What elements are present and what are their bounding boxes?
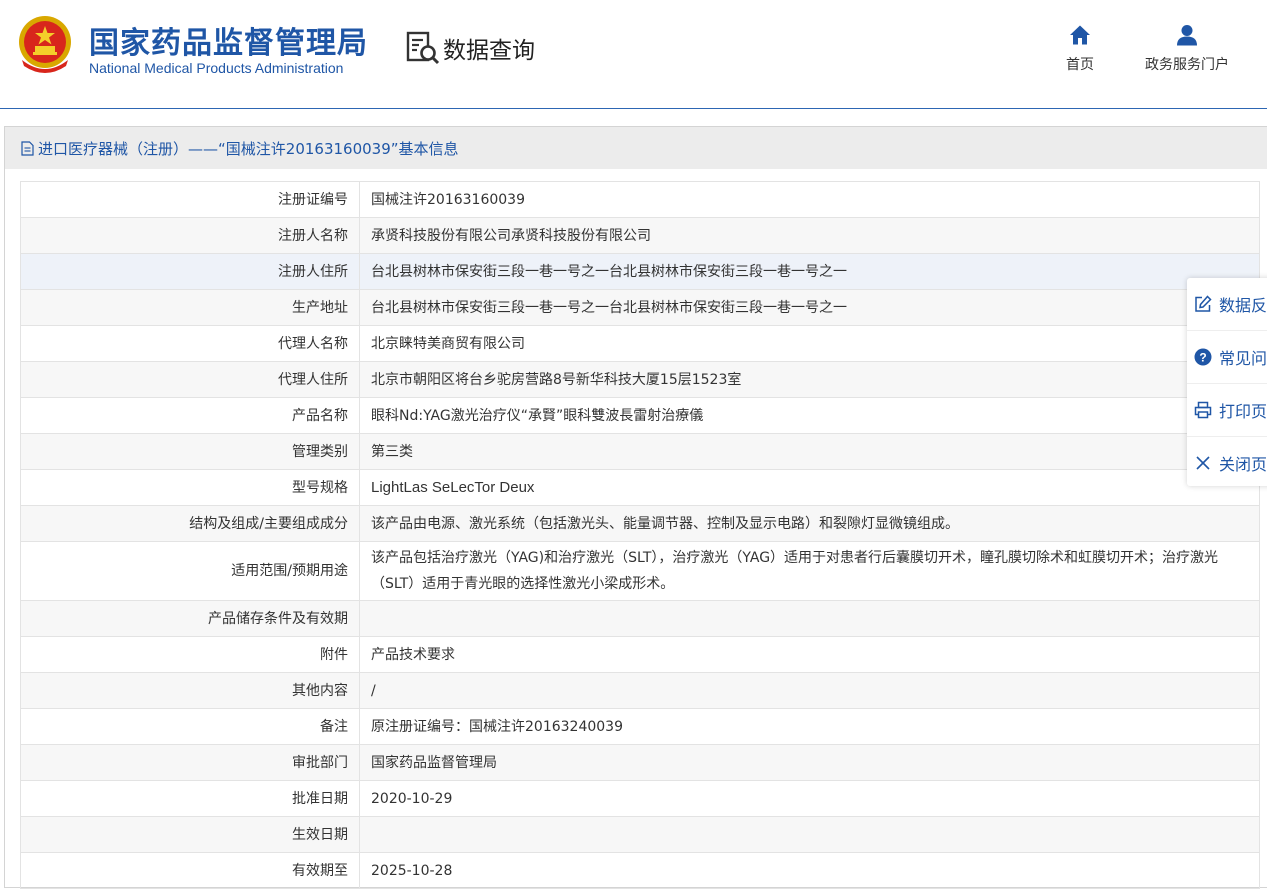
table-row: 产品名称 眼科Nd:YAG激光治疗仪“承賢”眼科雙波長雷射治療儀	[20, 397, 1260, 434]
field-value	[359, 600, 1260, 637]
side-item-faq[interactable]: ? 常见问	[1187, 331, 1267, 384]
nav-home-label: 首页	[1066, 57, 1094, 73]
document-icon	[21, 140, 34, 156]
site-name-en: National Medical Products Administration	[89, 60, 344, 76]
detail-table: 注册证编号 国械注许20163160039 注册人名称 承贤科技股份有限公司承贤…	[20, 181, 1260, 889]
side-item-label: 打印页	[1219, 402, 1267, 421]
field-value: 台北县树林市保安街三段一巷一号之一台北县树林市保安街三段一巷一号之一	[359, 289, 1260, 326]
field-label: 代理人名称	[20, 325, 360, 362]
field-label: 备注	[20, 708, 360, 745]
side-item-feedback[interactable]: 数据反	[1187, 278, 1267, 331]
field-value: 该产品由电源、激光系统（包括激光头、能量调节器、控制及显示电路）和裂隙灯显微镜组…	[359, 505, 1260, 542]
table-row: 注册人住所 台北县树林市保安街三段一巷一号之一台北县树林市保安街三段一巷一号之一	[20, 253, 1260, 290]
table-row: 注册人名称 承贤科技股份有限公司承贤科技股份有限公司	[20, 217, 1260, 254]
field-label: 审批部门	[20, 744, 360, 781]
table-row: 审批部门 国家药品监督管理局	[20, 744, 1260, 781]
field-value	[359, 816, 1260, 853]
national-emblem-icon	[19, 16, 71, 73]
field-label: 生效日期	[20, 816, 360, 853]
question-icon: ?	[1194, 348, 1212, 366]
side-item-label: 常见问	[1219, 349, 1267, 368]
data-query-label: 数据查询	[443, 38, 535, 64]
print-icon	[1194, 401, 1212, 419]
user-icon	[1177, 25, 1197, 46]
field-value: 第三类	[359, 433, 1260, 470]
side-item-label: 关闭页	[1219, 455, 1267, 474]
table-row: 附件 产品技术要求	[20, 636, 1260, 673]
panel-title-text: 进口医疗器械（注册）——“国械注许20163160039”基本信息	[38, 139, 459, 158]
table-row: 结构及组成/主要组成成分 该产品由电源、激光系统（包括激光头、能量调节器、控制及…	[20, 505, 1260, 542]
data-query-icon	[406, 31, 440, 65]
field-label: 适用范围/预期用途	[20, 541, 360, 601]
field-label: 型号规格	[20, 469, 360, 506]
side-item-label: 数据反	[1219, 296, 1267, 315]
table-row: 型号规格 LightLas SeLecTor Deux	[20, 469, 1260, 506]
field-label: 生产地址	[20, 289, 360, 326]
site-header: 国家药品监督管理局 National Medical Products Admi…	[0, 0, 1267, 109]
site-name-cn: 国家药品监督管理局	[89, 26, 368, 61]
field-label: 代理人住所	[20, 361, 360, 398]
field-value: 2020-10-29	[359, 780, 1260, 817]
field-value: LightLas SeLecTor Deux	[359, 469, 1260, 506]
floating-side-panel: 数据反 ? 常见问 打印页 关闭页	[1187, 278, 1267, 486]
field-value: 眼科Nd:YAG激光治疗仪“承賢”眼科雙波長雷射治療儀	[359, 397, 1260, 434]
field-label: 注册证编号	[20, 181, 360, 218]
close-icon	[1196, 456, 1210, 470]
table-row: 生效日期	[20, 816, 1260, 853]
field-label: 管理类别	[20, 433, 360, 470]
field-label: 注册人名称	[20, 217, 360, 254]
field-label: 批准日期	[20, 780, 360, 817]
field-value: 产品技术要求	[359, 636, 1260, 673]
field-value: 2025-10-28	[359, 852, 1260, 889]
field-value: 国家药品监督管理局	[359, 744, 1260, 781]
nav-service-portal[interactable]: 政务服务门户	[1145, 24, 1229, 74]
side-item-print[interactable]: 打印页	[1187, 384, 1267, 437]
panel-title: 进口医疗器械（注册）——“国械注许20163160039”基本信息	[5, 127, 1267, 169]
table-row: 批准日期 2020-10-29	[20, 780, 1260, 817]
table-row: 备注 原注册证编号：国械注许20163240039	[20, 708, 1260, 745]
field-value: 该产品包括治疗激光（YAG)和治疗激光（SLT），治疗激光（YAG）适用于对患者…	[359, 541, 1260, 601]
nav-service-portal-label: 政务服务门户	[1145, 57, 1229, 73]
detail-panel: 进口医疗器械（注册）——“国械注许20163160039”基本信息 注册证编号 …	[4, 126, 1267, 889]
table-row: 管理类别 第三类	[20, 433, 1260, 470]
field-label: 注册人住所	[20, 253, 360, 290]
svg-text:?: ?	[1199, 351, 1206, 365]
table-row: 有效期至 2025-10-28	[20, 852, 1260, 889]
table-row: 适用范围/预期用途 该产品包括治疗激光（YAG)和治疗激光（SLT），治疗激光（…	[20, 541, 1260, 601]
table-row: 代理人名称 北京睐特美商贸有限公司	[20, 325, 1260, 362]
table-row: 生产地址 台北县树林市保安街三段一巷一号之一台北县树林市保安街三段一巷一号之一	[20, 289, 1260, 326]
table-row: 注册证编号 国械注许20163160039	[20, 181, 1260, 218]
field-label: 产品储存条件及有效期	[20, 600, 360, 637]
table-row: 产品储存条件及有效期	[20, 600, 1260, 637]
field-value: 承贤科技股份有限公司承贤科技股份有限公司	[359, 217, 1260, 254]
field-value: 原注册证编号：国械注许20163240039	[359, 708, 1260, 745]
home-icon	[1070, 25, 1090, 45]
side-item-close[interactable]: 关闭页	[1187, 437, 1267, 489]
field-value: /	[359, 672, 1260, 709]
table-row: 其他内容 /	[20, 672, 1260, 709]
edit-icon	[1195, 295, 1212, 312]
data-query-link[interactable]: 数据查询	[405, 30, 535, 66]
field-value: 北京睐特美商贸有限公司	[359, 325, 1260, 362]
field-label: 附件	[20, 636, 360, 673]
field-value: 国械注许20163160039	[359, 181, 1260, 218]
field-label: 产品名称	[20, 397, 360, 434]
field-label: 有效期至	[20, 852, 360, 889]
nav-home[interactable]: 首页	[1066, 24, 1094, 74]
field-label: 其他内容	[20, 672, 360, 709]
field-value: 台北县树林市保安街三段一巷一号之一台北县树林市保安街三段一巷一号之一	[359, 253, 1260, 290]
field-label: 结构及组成/主要组成成分	[20, 505, 360, 542]
field-value: 北京市朝阳区将台乡驼房营路8号新华科技大厦15层1523室	[359, 361, 1260, 398]
table-row: 代理人住所 北京市朝阳区将台乡驼房营路8号新华科技大厦15层1523室	[20, 361, 1260, 398]
